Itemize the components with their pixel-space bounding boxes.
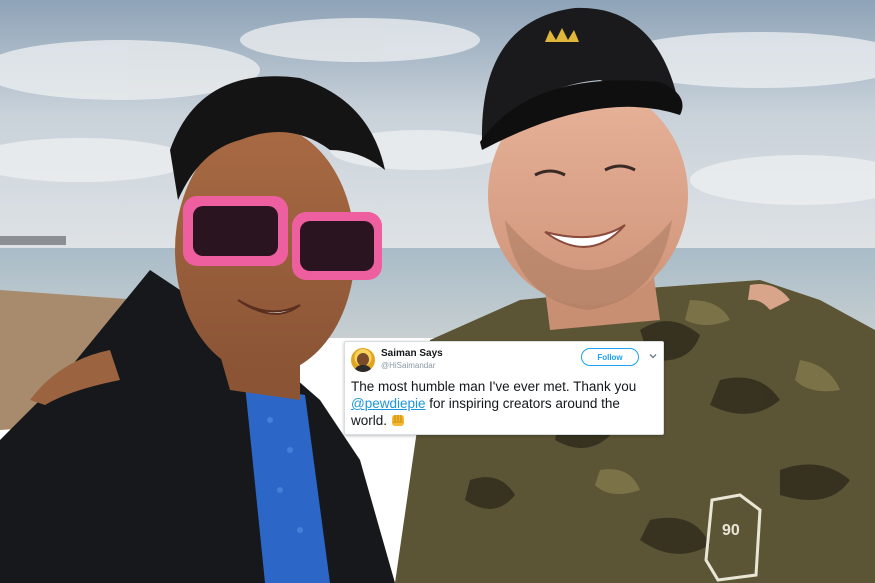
distant-pier bbox=[0, 236, 66, 245]
avatar[interactable] bbox=[351, 348, 375, 372]
tweet-card[interactable]: Saiman Says @HiSaimandar Follow The most… bbox=[344, 341, 664, 435]
mention-link[interactable]: @pewdiepie bbox=[351, 396, 426, 411]
tweet-text-before: The most humble man I've ever met. Thank… bbox=[351, 379, 637, 394]
tweet-display-name[interactable]: Saiman Says bbox=[381, 348, 443, 359]
jacket-patch-text: 90 bbox=[722, 522, 740, 539]
fist-bump-icon bbox=[392, 415, 405, 426]
avatar-shirt bbox=[354, 365, 372, 372]
follow-button[interactable]: Follow bbox=[581, 348, 639, 366]
chevron-down-icon[interactable] bbox=[648, 351, 658, 361]
tweet-handle[interactable]: @HiSaimandar bbox=[381, 361, 435, 370]
background-photo: 90 bbox=[0, 0, 875, 583]
tweet-text: The most humble man I've ever met. Thank… bbox=[351, 378, 659, 429]
